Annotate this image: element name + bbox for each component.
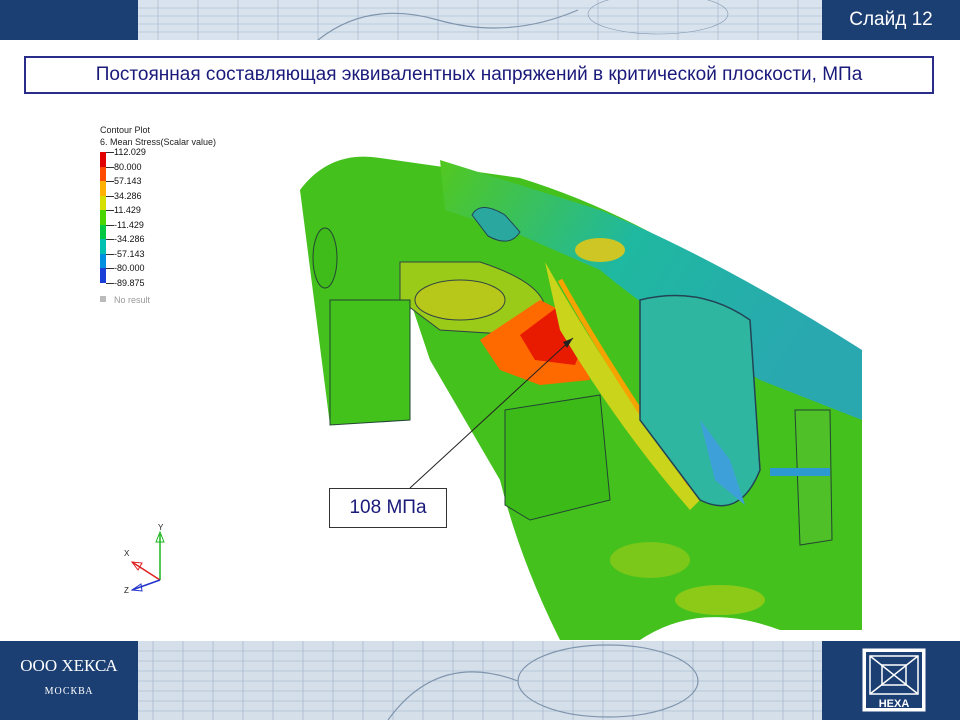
callout-pointer (409, 337, 574, 489)
legend-tick-label: -57.143 (114, 248, 145, 259)
legend-color-swatch (100, 253, 106, 268)
legend-tick-label: -34.286 (114, 234, 145, 244)
logo-text: HEXA (879, 698, 910, 710)
company-city: МОСКВА (44, 686, 94, 697)
legend-color-swatch (100, 210, 106, 225)
axis-y-label: Y (158, 523, 164, 532)
legend-tick-mark (106, 195, 114, 197)
slide-number: Слайд 12 (822, 0, 960, 40)
legend-tick-label: 34.286 (114, 190, 142, 201)
legend-tick-label: 80.000 (114, 161, 142, 172)
legend-tick-mark (106, 224, 114, 226)
legend-tick-label: -80.000 (114, 263, 145, 273)
footer-mesh-image (138, 641, 822, 720)
legend-tick-mark (106, 210, 114, 211)
legend-color-swatch (100, 195, 106, 210)
legend-tick-label: -89.875 (114, 277, 145, 288)
axis-z-label: Z (124, 586, 129, 595)
legend-tick-mark (106, 152, 114, 153)
legend-tick-mark (106, 282, 114, 284)
header-mesh-image (138, 0, 822, 40)
axis-triad-icon: Y X Z (124, 523, 165, 595)
stress-callout: 108 МПа (329, 488, 447, 528)
legend-color-swatch (100, 152, 106, 167)
legend-title: Contour Plot (100, 125, 151, 135)
legend-color-swatch (100, 166, 106, 181)
legend-color-swatch (100, 239, 106, 254)
legend-tick-label: 57.143 (114, 176, 142, 186)
axis-x-label: X (124, 549, 130, 558)
legend-tick-mark (106, 181, 114, 182)
hexa-logo: HEXA (862, 648, 926, 712)
legend-tick-label: 112.029 (114, 147, 146, 157)
legend-color-swatch (100, 224, 106, 239)
legend-tick-label: -11.429 (114, 219, 144, 230)
legend-color-swatch (100, 268, 106, 283)
company-name: ООО ХЕКСА (20, 656, 118, 675)
legend-tick-mark (106, 268, 114, 269)
legend-color-swatch (100, 181, 106, 196)
title-box: Постоянная составляющая эквивалентных на… (24, 56, 934, 94)
no-result-label: No result (114, 295, 151, 305)
slide-title: Постоянная составляющая эквивалентных на… (95, 64, 863, 85)
legend-tick-mark (106, 253, 114, 255)
legend-tick-label: 11.429 (114, 205, 141, 215)
no-result-swatch (100, 296, 106, 302)
legend-tick-mark (106, 166, 114, 168)
legend-tick-mark (106, 239, 114, 240)
